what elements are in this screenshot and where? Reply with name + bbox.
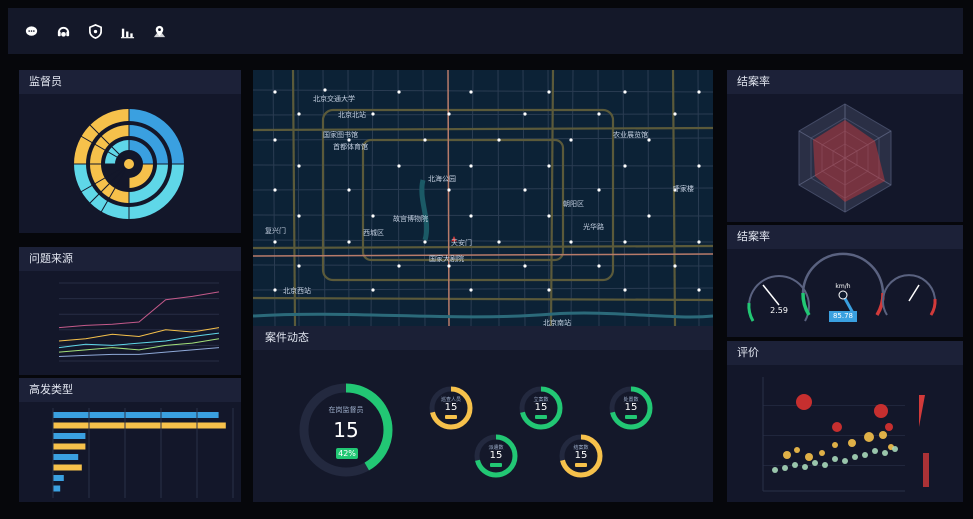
closure-gauge-panel: 结案率 2.59 km/h 85.78 <box>727 225 963 337</box>
high-incidence-panel: 高发类型 <box>19 378 241 502</box>
top-toolbar <box>8 8 963 54</box>
map-label: 北京交通大学 <box>313 95 355 103</box>
radar-chart <box>798 103 892 213</box>
small-gauge-value: 15 <box>534 402 548 413</box>
bubble-chart <box>762 377 929 492</box>
map-label: 呼家楼 <box>673 185 694 193</box>
headset-icon[interactable] <box>54 22 72 40</box>
small-gauge-value: 15 <box>574 450 588 461</box>
bar-7 <box>53 485 61 492</box>
chat-icon[interactable] <box>22 22 40 40</box>
speed-center-value: 85.78 <box>829 311 857 322</box>
closure-radar-panel: 结案率 <box>727 70 963 222</box>
map-label: 首都体育馆 <box>333 143 368 151</box>
map-label: 故宫博物院 <box>393 215 428 223</box>
map-label: 北海公园 <box>428 175 456 183</box>
map-label: 国家图书馆 <box>323 131 358 139</box>
evaluation-panel: 评价 <box>727 341 963 502</box>
speed-left-value: 2.59 <box>770 306 788 315</box>
bar-5 <box>53 464 82 471</box>
closure-gauge-title: 结案率 <box>727 225 963 249</box>
problem-source-line-chart <box>58 282 220 362</box>
map-label: 天安门 <box>451 239 472 247</box>
bar-chart-icon[interactable] <box>118 22 136 40</box>
high-incidence-bar-chart <box>52 408 234 498</box>
speedometer-chart <box>747 252 937 322</box>
supervisor-polar-chart <box>71 106 187 222</box>
bar-4 <box>53 454 79 460</box>
closure-radar-title: 结案率 <box>727 70 963 94</box>
bar-6 <box>53 475 64 481</box>
map-roads <box>253 70 713 326</box>
map-label: 北京北站 <box>338 111 366 119</box>
high-incidence-title: 高发类型 <box>19 378 241 402</box>
evaluation-title: 评价 <box>727 341 963 365</box>
supervisor-title: 监督员 <box>19 70 241 94</box>
map-label: 朝阳区 <box>563 200 584 208</box>
problem-source-title: 问题来源 <box>19 247 241 271</box>
main-gauge-label: 在岗监督员 <box>328 406 364 414</box>
map-label: 农业展览馆 <box>613 131 648 139</box>
supervisor-panel: 监督员 <box>19 70 241 233</box>
small-gauge-pill <box>625 415 637 419</box>
map-label: 复兴门 <box>265 227 286 235</box>
city-map[interactable]: 北京交通大学北京北站国家图书馆首都体育馆北海公园故宫博物院复兴门 西城区天安门国家… <box>253 70 713 326</box>
bar-2 <box>53 433 86 439</box>
map-pin-icon[interactable] <box>150 22 168 40</box>
small-gauge-value: 15 <box>489 450 503 461</box>
line-series-0 <box>58 291 220 329</box>
main-gauge-pct: 42% <box>336 448 358 459</box>
bar-3 <box>53 443 86 450</box>
map-label: 国家大剧院 <box>429 255 464 263</box>
small-gauge-pill <box>445 415 457 419</box>
line-series-4 <box>58 347 220 358</box>
main-gauge-value: 15 <box>333 418 359 442</box>
shield-icon[interactable] <box>86 22 104 40</box>
bar-1 <box>53 422 226 429</box>
map-label: 北京南站 <box>543 319 571 326</box>
small-gauge-pill <box>490 463 502 467</box>
bar-0 <box>53 412 219 418</box>
case-dynamics-title: 案件动态 <box>253 326 713 350</box>
small-gauge-pill <box>535 415 547 419</box>
speed-unit: km/h <box>835 283 851 290</box>
problem-source-panel: 问题来源 <box>19 247 241 375</box>
map-label: 西城区 <box>363 229 384 237</box>
map-label: 北京西站 <box>283 287 311 295</box>
small-gauge-value: 15 <box>624 402 638 413</box>
small-gauge-pill <box>575 463 587 467</box>
case-dynamics-panel: 案件动态 在岗监督员 15 42% 巡查人员 15 立案数 15 处置数 15 派遣数 15 结… <box>253 326 713 502</box>
small-gauge-value: 15 <box>444 402 458 413</box>
map-label: 光华路 <box>583 223 604 231</box>
